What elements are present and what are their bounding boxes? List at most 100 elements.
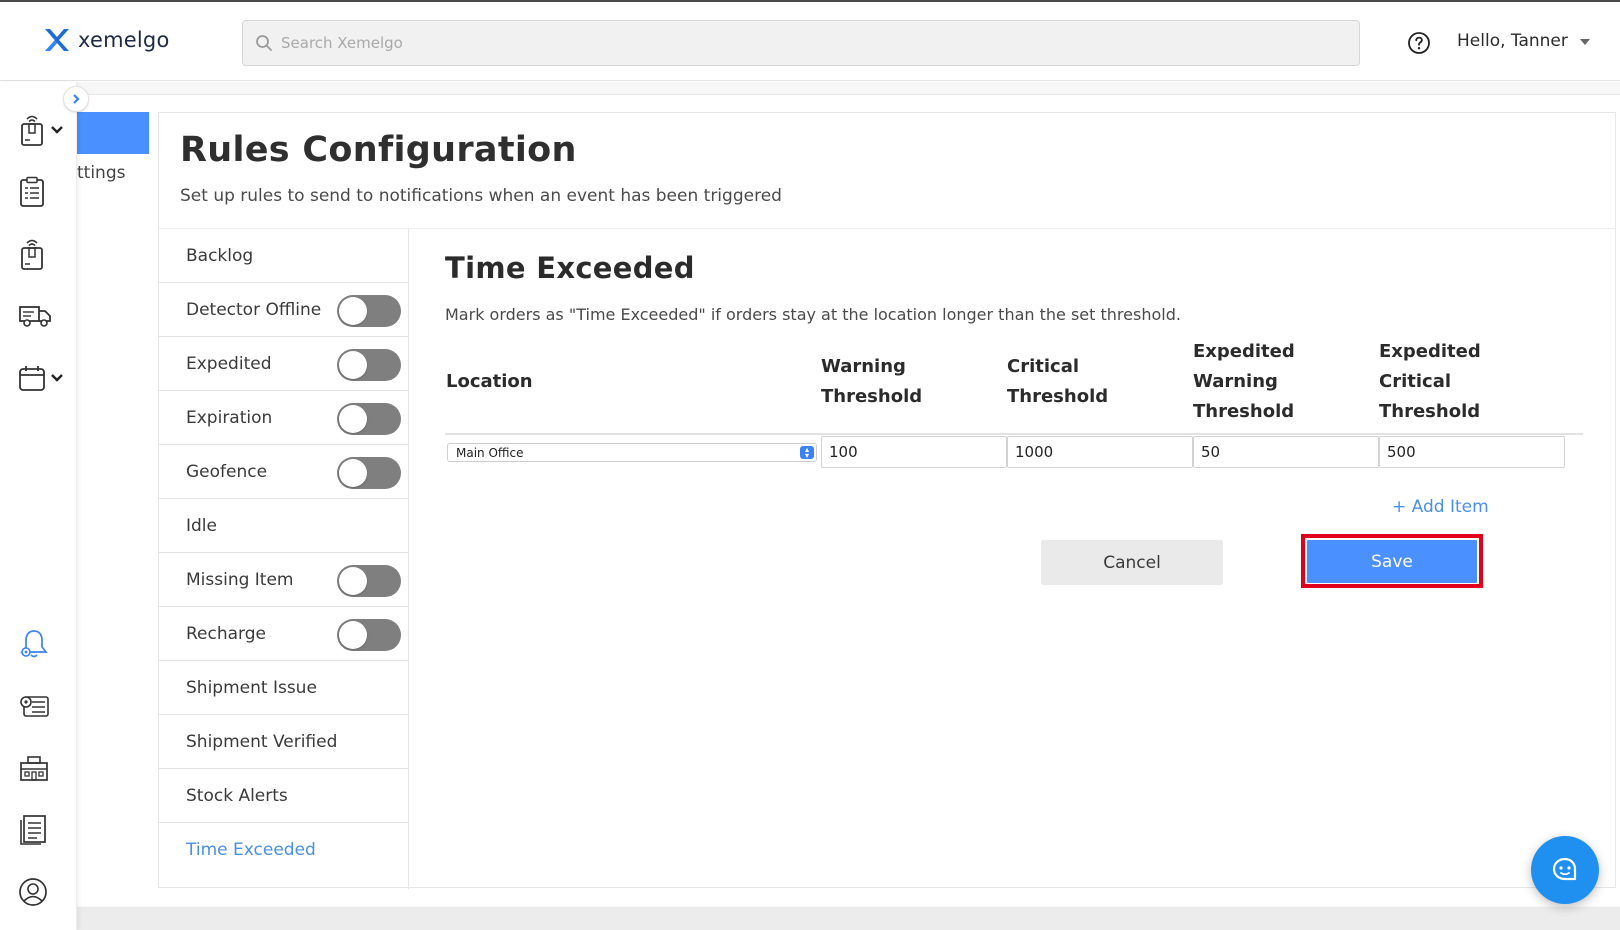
toggle-knob [339, 621, 367, 649]
toggle-knob [339, 351, 367, 379]
calendar-icon [19, 366, 45, 391]
brand-logo[interactable]: xemelgo [44, 28, 170, 52]
save-button[interactable]: Save [1307, 540, 1477, 583]
chevron-down-icon [51, 374, 63, 382]
rule-label: Missing Item [186, 569, 294, 590]
collapse-sidebar-button[interactable] [63, 86, 89, 112]
nav-item-profile[interactable] [18, 872, 68, 912]
column-header-warning-threshold: Warning Threshold [821, 352, 922, 412]
rule-item-shipment-verified[interactable]: Shipment Verified [159, 715, 409, 769]
rule-item-missing-item[interactable]: Missing Item [159, 553, 409, 607]
bottom-scroll-area [77, 907, 1620, 930]
rule-item-time-exceeded[interactable]: Time Exceeded [159, 823, 409, 877]
toggle-knob [339, 405, 367, 433]
rule-item-detector-offline[interactable]: Detector Offline [159, 283, 409, 337]
rule-label: Geofence [186, 461, 268, 482]
expedited-warning-threshold-input[interactable] [1193, 436, 1379, 468]
chevron-down-icon [51, 126, 63, 134]
page-title: Rules Configuration [180, 130, 577, 170]
chat-button[interactable] [1531, 836, 1599, 904]
nav-item-devices[interactable] [18, 234, 68, 274]
rule-label: Expiration [186, 407, 273, 428]
user-greeting: Hello, Tanner [1457, 31, 1568, 51]
rule-toggle[interactable] [337, 295, 401, 327]
rules-content: Backlog Detector Offline Expedited Expir… [159, 228, 1616, 889]
search-bar[interactable] [242, 20, 1360, 66]
tag-reader-icon [21, 239, 43, 270]
settings-list-icon [20, 696, 49, 717]
top-bar: xemelgo Hello, Tanner [0, 0, 1620, 81]
rule-item-backlog[interactable]: Backlog [159, 229, 409, 283]
column-header-expedited-critical-threshold: Expedited Critical Threshold [1379, 337, 1481, 427]
truck-icon [19, 306, 51, 327]
rule-toggle[interactable] [337, 349, 401, 381]
search-icon [256, 35, 272, 51]
header-line: Threshold [1007, 386, 1109, 407]
rule-label: Idle [186, 515, 217, 536]
rule-item-recharge[interactable]: Recharge [159, 607, 409, 661]
cancel-button[interactable]: Cancel [1041, 540, 1223, 585]
building-icon [20, 756, 48, 781]
search-input[interactable] [281, 34, 1341, 52]
rule-item-stock-alerts[interactable]: Stock Alerts [159, 769, 409, 823]
header-line: Location [446, 371, 533, 392]
rule-toggle[interactable] [337, 565, 401, 597]
caret-down-icon [1579, 39, 1590, 45]
nav-item-settings[interactable] [18, 686, 68, 726]
rule-item-shipment-issue[interactable]: Shipment Issue [159, 661, 409, 715]
warning-threshold-input[interactable] [821, 436, 1007, 468]
toggle-knob [339, 297, 367, 325]
rule-label: Shipment Issue [186, 677, 317, 698]
location-select[interactable]: Main Office ▴ ▾ [447, 443, 817, 462]
nav-item-locations[interactable] [18, 748, 68, 788]
header-line: Threshold [1379, 401, 1481, 422]
rule-toggle[interactable] [337, 619, 401, 651]
header-line: Critical [1007, 356, 1080, 377]
nav-item-schedule[interactable] [18, 358, 68, 398]
brand-name: xemelgo [78, 28, 170, 52]
question-circle-icon[interactable] [1407, 31, 1431, 55]
header-line: Critical [1379, 371, 1452, 392]
page-subtitle: Set up rules to send to notifications wh… [180, 186, 782, 206]
rule-label: Recharge [186, 623, 266, 644]
rule-label: Time Exceeded [186, 840, 316, 860]
rule-list: Backlog Detector Offline Expedited Expir… [159, 229, 409, 889]
rule-toggle[interactable] [337, 403, 401, 435]
user-menu[interactable]: Hello, Tanner [1457, 31, 1590, 51]
header-line: Warning [1193, 371, 1278, 392]
rules-config-panel: Rules Configuration Set up rules to send… [158, 112, 1616, 889]
report-list-icon [20, 815, 46, 845]
tag-reader-icon [21, 115, 43, 146]
settings-subnav-label[interactable]: ttings [77, 163, 125, 183]
select-arrows-icon: ▴ ▾ [800, 446, 814, 460]
xemelgo-logo-icon [45, 29, 69, 51]
header-line: Warning [821, 356, 906, 377]
left-nav-rail [0, 82, 77, 930]
settings-subnav-tab[interactable] [77, 112, 149, 154]
critical-threshold-input[interactable] [1007, 436, 1193, 468]
chevron-right-icon [73, 94, 80, 104]
rule-item-geofence[interactable]: Geofence [159, 445, 409, 499]
expedited-critical-threshold-input[interactable] [1379, 436, 1565, 468]
nav-item-shipments[interactable] [18, 296, 68, 336]
nav-item-reports[interactable] [18, 810, 68, 850]
chat-bubble-icon [1552, 857, 1577, 881]
user-circle-icon [19, 878, 47, 906]
rule-item-idle[interactable]: Idle [159, 499, 409, 553]
rule-item-expiration[interactable]: Expiration [159, 391, 409, 445]
clipboard-list-icon [20, 176, 44, 207]
rule-item-expedited[interactable]: Expedited [159, 337, 409, 391]
column-header-expedited-warning-threshold: Expedited Warning Threshold [1193, 337, 1295, 427]
table-header-divider [445, 433, 1583, 435]
nav-item-orders[interactable] [18, 172, 68, 212]
nav-item-rules-config[interactable] [18, 624, 68, 664]
rule-label: Detector Offline [186, 299, 322, 320]
header-line: Threshold [1193, 401, 1295, 422]
rule-toggle[interactable] [337, 457, 401, 489]
nav-item-tag-readers[interactable] [18, 110, 68, 150]
add-item-link[interactable]: + Add Item [1392, 497, 1489, 517]
rule-label: Stock Alerts [186, 785, 288, 806]
column-header-critical-threshold: Critical Threshold [1007, 352, 1108, 412]
toggle-knob [339, 567, 367, 595]
header-line: Threshold [821, 386, 923, 407]
